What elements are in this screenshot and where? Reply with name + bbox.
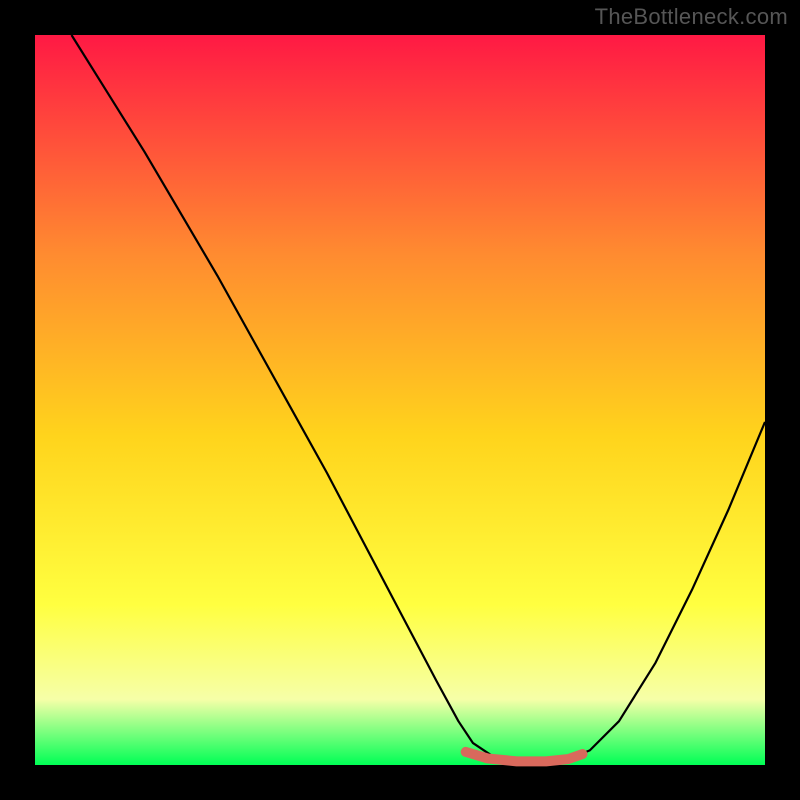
chart-stage: TheBottleneck.com: [0, 0, 800, 800]
bottleneck-chart: [0, 0, 800, 800]
watermark-label: TheBottleneck.com: [595, 4, 788, 30]
plot-background: [35, 35, 765, 765]
